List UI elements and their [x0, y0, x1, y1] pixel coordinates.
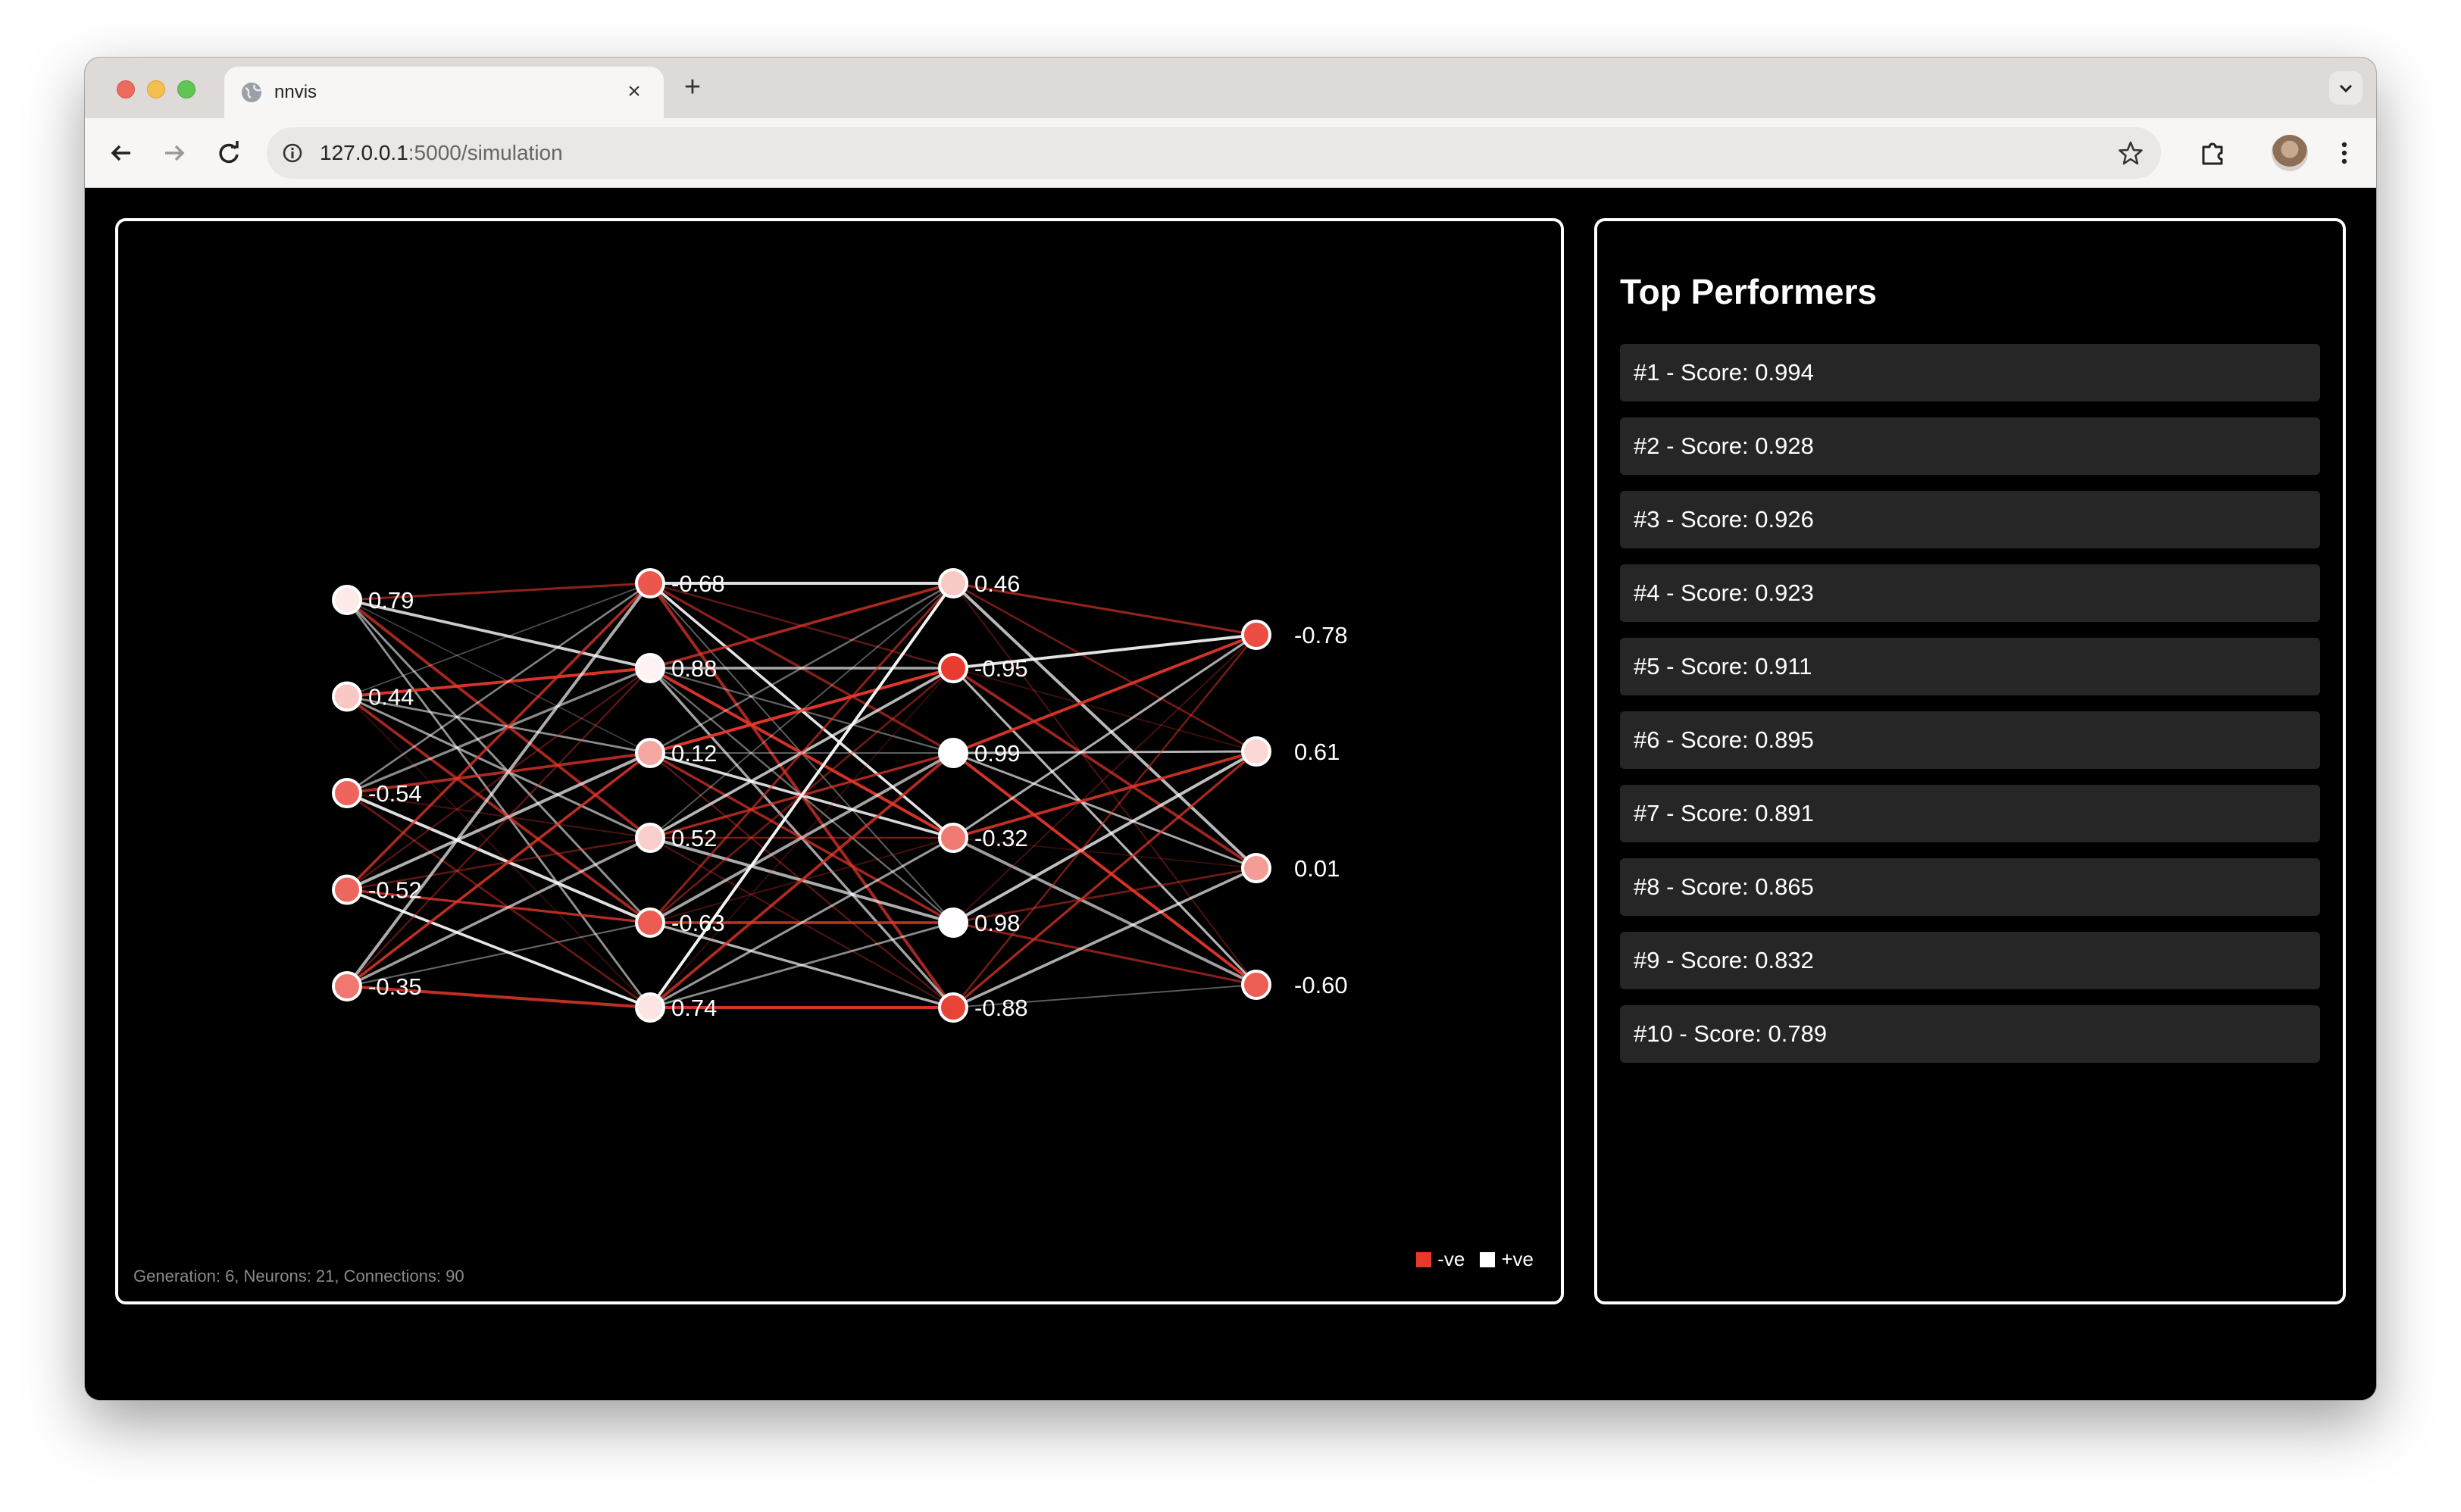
neuron-node[interactable] [332, 778, 362, 808]
neuron-value-label: 0.12 [671, 740, 717, 767]
neuron-value-label: -0.68 [671, 570, 725, 597]
neuron-value-label: 0.44 [368, 684, 414, 711]
new-tab-icon[interactable]: + [677, 73, 708, 103]
neuron-value-label: -0.95 [974, 655, 1028, 682]
performers-list: #1 - Score: 0.994 #2 - Score: 0.928 #3 -… [1620, 344, 2320, 1079]
neuron-value-label: 0.99 [974, 740, 1020, 767]
neuron-value-label: -0.60 [1294, 972, 1348, 998]
neuron-node[interactable] [635, 568, 665, 598]
neuron-node[interactable] [1241, 620, 1271, 650]
performer-item[interactable]: #8 - Score: 0.865 [1620, 858, 2320, 916]
neuron-node[interactable] [635, 653, 665, 683]
neuron-value-label: 0.74 [671, 995, 717, 1021]
neuron-value-label: -0.32 [974, 825, 1028, 851]
connection-line [346, 582, 652, 891]
performer-item[interactable]: #3 - Score: 0.926 [1620, 491, 2320, 548]
performer-item[interactable]: #9 - Score: 0.832 [1620, 932, 2320, 989]
url-path: :5000/simulation [408, 141, 563, 164]
performer-item[interactable]: #10 - Score: 0.789 [1620, 1005, 2320, 1063]
neuron-node[interactable] [938, 738, 968, 768]
neuron-node[interactable] [332, 971, 362, 1001]
forward-arrow-icon[interactable] [158, 136, 191, 170]
neuron-value-label: 0.01 [1294, 855, 1340, 882]
neuron-node[interactable] [635, 738, 665, 768]
neuron-node[interactable] [635, 823, 665, 853]
neuron-node[interactable] [635, 908, 665, 938]
tab-active[interactable]: nnvis × [224, 67, 664, 118]
neuron-value-label: -0.52 [368, 877, 422, 904]
maximize-window-button[interactable] [177, 80, 195, 98]
tab-title: nnvis [274, 82, 317, 102]
neuron-node[interactable] [938, 908, 968, 938]
neuron-value-label: 0.79 [368, 587, 414, 614]
reload-icon[interactable] [212, 136, 245, 170]
legend-positive-label: +ve [1501, 1248, 1534, 1270]
chevron-down-icon [2339, 84, 2353, 93]
neuron-node[interactable] [332, 585, 362, 615]
top-performers-panel: Top Performers #1 - Score: 0.994 #2 - Sc… [1594, 218, 2346, 1304]
neuron-node[interactable] [332, 681, 362, 712]
legend-positive: +ve [1480, 1248, 1534, 1271]
globe-icon [242, 83, 262, 102]
neuron-value-label: 0.52 [671, 825, 717, 851]
connection-line [346, 667, 651, 987]
info-icon[interactable] [280, 141, 305, 165]
neuron-value-label: -0.35 [368, 973, 422, 1000]
browser-window: nnvis × + 127.0.0.1:5000/simulation 0.79… [85, 58, 2376, 1400]
performer-item[interactable]: #5 - Score: 0.911 [1620, 638, 2320, 695]
minimize-window-button[interactable] [147, 80, 165, 98]
neuron-value-label: -0.88 [974, 995, 1028, 1021]
more-menu-icon[interactable] [2328, 136, 2361, 170]
performer-item[interactable]: #4 - Score: 0.923 [1620, 564, 2320, 622]
neuron-node[interactable] [1241, 736, 1271, 767]
neuron-value-label: 0.46 [974, 570, 1020, 597]
network-visualization-panel: 0.79 0.44 -0.54 -0.52 -0.35 -0.68 0.88 0.12 0.52… [115, 218, 1564, 1304]
performer-item[interactable]: #7 - Score: 0.891 [1620, 785, 2320, 842]
page-content: 0.79 0.44 -0.54 -0.52 -0.35 -0.68 0.88 0.12 0.52… [85, 188, 2376, 1400]
neuron-node[interactable] [1241, 853, 1271, 883]
tab-strip: nnvis × + [85, 58, 2376, 118]
back-arrow-icon[interactable] [105, 136, 138, 170]
neuron-node[interactable] [635, 992, 665, 1023]
performer-item[interactable]: #2 - Score: 0.928 [1620, 417, 2320, 475]
url-text[interactable]: 127.0.0.1:5000/simulation [320, 141, 563, 165]
neuron-value-label: -0.54 [368, 780, 422, 807]
performer-item[interactable]: #1 - Score: 0.994 [1620, 344, 2320, 401]
close-window-button[interactable] [117, 80, 135, 98]
tab-close-icon[interactable]: × [621, 79, 647, 105]
extensions-puzzle-icon[interactable] [2196, 136, 2229, 170]
neuron-value-label: 0.61 [1294, 739, 1340, 765]
legend-negative-label: -ve [1437, 1248, 1465, 1270]
weight-legend: -ve +ve [1416, 1248, 1534, 1271]
neuron-value-label: -0.63 [671, 910, 725, 936]
neuron-value-label: -0.78 [1294, 622, 1348, 648]
legend-negative: -ve [1416, 1248, 1465, 1271]
neuron-value-label: 0.98 [974, 910, 1020, 936]
neuron-node[interactable] [1241, 970, 1271, 1000]
browser-toolbar: 127.0.0.1:5000/simulation [85, 118, 2376, 188]
panel-title: Top Performers [1620, 272, 1878, 311]
positive-swatch [1480, 1251, 1496, 1267]
network-graph: 0.79 0.44 -0.54 -0.52 -0.35 -0.68 0.88 0.12 0.52… [332, 568, 1348, 1023]
neuron-node[interactable] [938, 568, 968, 598]
neuron-node[interactable] [938, 992, 968, 1023]
url-host: 127.0.0.1 [320, 141, 408, 164]
connection-line [346, 695, 651, 1008]
connection-line [952, 751, 1258, 986]
profile-avatar[interactable] [2272, 135, 2308, 171]
neuron-value-label: 0.88 [671, 655, 717, 682]
connection-line [346, 836, 651, 988]
bookmark-star-icon[interactable] [2117, 139, 2144, 167]
negative-swatch [1416, 1251, 1432, 1267]
neuron-node[interactable] [938, 653, 968, 683]
performer-item[interactable]: #6 - Score: 0.895 [1620, 711, 2320, 769]
simulation-status: Generation: 6, Neurons: 21, Connections:… [133, 1267, 464, 1286]
address-bar[interactable]: 127.0.0.1:5000/simulation [267, 127, 2161, 179]
connections-layer [346, 582, 1258, 1009]
neuron-node[interactable] [938, 823, 968, 853]
tab-search-button[interactable] [2329, 71, 2362, 105]
neuron-node[interactable] [332, 874, 362, 905]
